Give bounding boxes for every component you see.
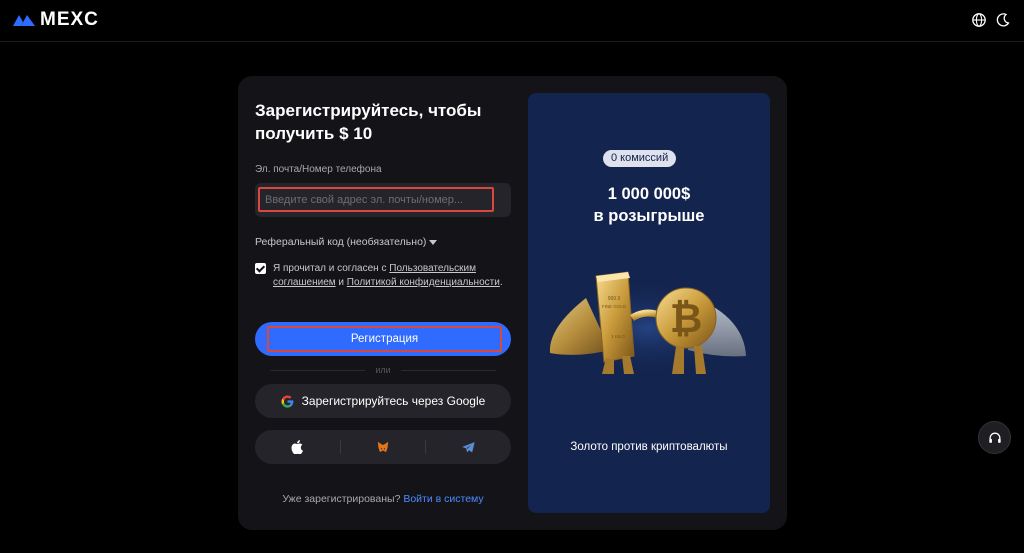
social-login-row — [255, 430, 511, 464]
gold-bar-purity: 999.9 — [608, 296, 621, 302]
top-header: MEXC — [0, 0, 1024, 42]
or-text: или — [375, 365, 391, 375]
mexc-logo-icon — [13, 15, 35, 26]
privacy-link[interactable]: Политикой конфиденциальности — [347, 277, 500, 288]
agree-prefix: Я прочитал и согласен с — [273, 263, 387, 274]
referral-code-toggle[interactable]: Реферальный код (необязательно) — [255, 236, 438, 248]
login-link[interactable]: Войти в систему — [403, 493, 483, 505]
login-prompt: Уже зарегистрированы? — [282, 493, 401, 505]
gold-bar-label: FINE GOLD — [602, 304, 627, 309]
apple-login-button[interactable] — [255, 430, 340, 464]
apple-icon — [291, 440, 304, 454]
gold-bar-weight: 1 KILO — [611, 334, 626, 339]
email-label: Эл. почта/Номер телефона — [255, 164, 382, 175]
email-input[interactable] — [260, 189, 492, 210]
divider-line — [270, 369, 366, 371]
promo-caption: Золото против криптовалюты — [570, 441, 728, 453]
google-button-label: Зарегистрируйтесь через Google — [301, 394, 486, 408]
svg-text:₿: ₿ — [670, 297, 703, 341]
agreement-text: Я прочитал и согласен с Пользовательским… — [273, 262, 505, 290]
register-button-label: Регистрация — [267, 326, 502, 352]
register-button[interactable]: Регистрация — [255, 322, 511, 356]
headset-icon — [988, 432, 1001, 443]
google-signup-button[interactable]: Зарегистрируйтесь через Google — [255, 384, 511, 418]
telegram-login-button[interactable] — [426, 430, 511, 464]
divider-line — [400, 369, 496, 371]
or-divider: или — [255, 365, 511, 375]
metamask-icon — [377, 441, 389, 453]
email-field-wrapper — [255, 183, 511, 217]
agree-suffix: . — [499, 277, 503, 288]
page-title: Зарегистрируйтесь, чтобы получить $ 10 — [255, 101, 482, 143]
agree-checkbox[interactable] — [255, 263, 266, 274]
globe-icon[interactable] — [971, 12, 987, 28]
signup-card: Зарегистрируйтесь, чтобы получить $ 10 Э… — [238, 76, 787, 530]
promo-amount: 1 000 000$ — [607, 185, 691, 203]
moon-icon[interactable] — [995, 12, 1011, 28]
support-chat-button[interactable] — [978, 421, 1011, 454]
metamask-login-button[interactable] — [341, 430, 426, 464]
chevron-down-icon — [429, 240, 438, 245]
promo-banner: 0 комиссий 1 000 000$ в розыгрыше 999.9 … — [528, 93, 770, 513]
gold-vs-bitcoin-illustration: 999.9 FINE GOLD 1 KILO ₿ — [548, 271, 748, 378]
logo-text: MEXC — [40, 9, 99, 30]
zero-fee-badge: 0 комиссий — [603, 150, 677, 167]
agree-and: и — [338, 277, 345, 288]
google-icon — [281, 395, 294, 408]
telegram-icon — [462, 441, 475, 452]
mexc-logo[interactable]: MEXC — [12, 9, 99, 30]
agreement-row: Я прочитал и согласен с Пользовательским… — [255, 262, 505, 290]
login-prompt-row: Уже зарегистрированы? Войти в систему — [255, 493, 511, 505]
promo-subtitle: в розыгрыше — [593, 207, 705, 225]
referral-label: Реферальный код (необязательно) — [255, 236, 427, 248]
email-field-highlight — [258, 187, 494, 212]
